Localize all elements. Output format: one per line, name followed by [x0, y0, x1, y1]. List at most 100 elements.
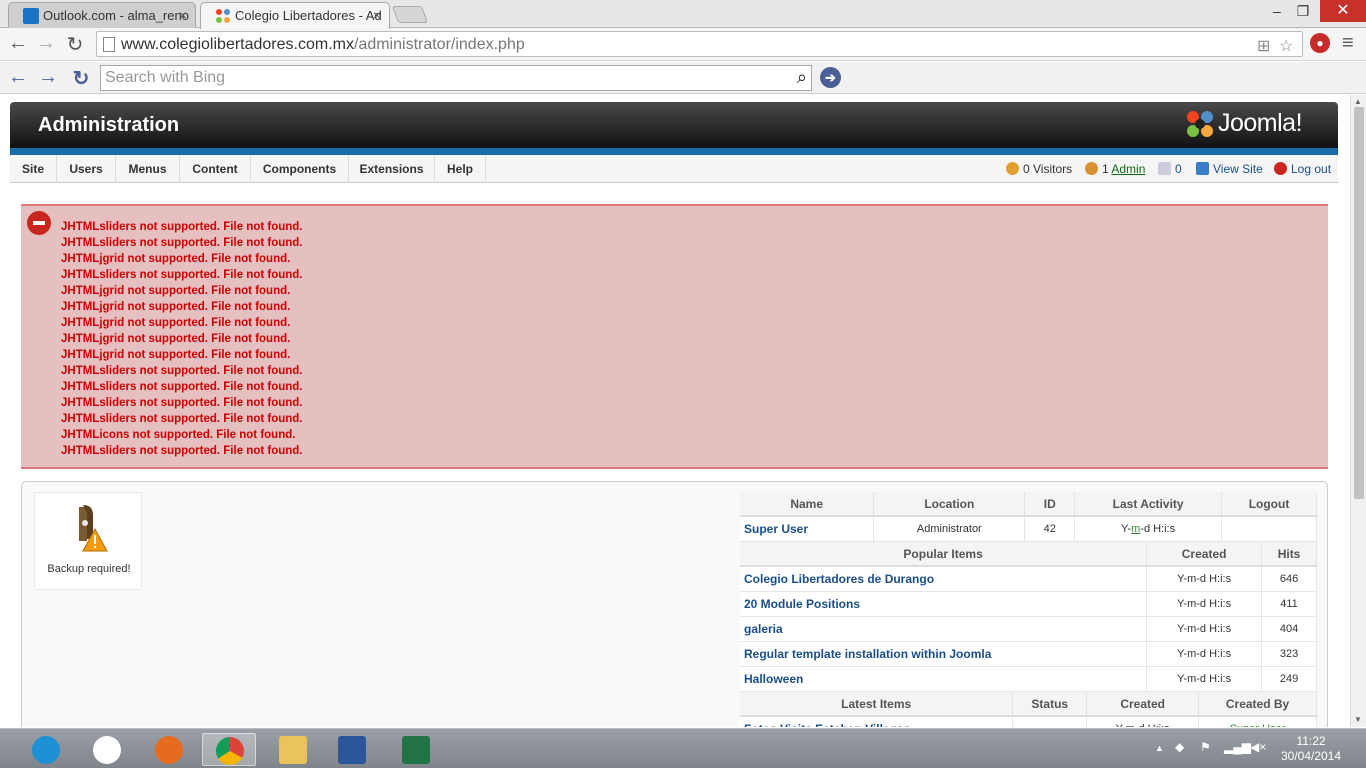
close-icon[interactable]: × — [373, 7, 381, 23]
system-clock[interactable]: 11:22 30/04/2014 — [1276, 734, 1346, 764]
admins-status: 1 Admin — [1085, 162, 1145, 176]
user-logout[interactable] — [1221, 516, 1317, 542]
error-list: JHTMLsliders not supported. File not fou… — [61, 219, 303, 459]
column-header: Created — [1146, 542, 1263, 567]
new-tab-button[interactable] — [391, 6, 429, 23]
bing-back-icon[interactable]: ← — [7, 66, 29, 89]
taskbar-file-explorer[interactable] — [266, 733, 320, 766]
messages-status[interactable]: 0 — [1158, 162, 1182, 176]
word-icon — [338, 736, 366, 764]
bing-search-input[interactable] — [105, 68, 785, 88]
column-header: Latest Items — [740, 692, 1014, 717]
logged-in-users-table: Name Location ID Last Activity Logout Su… — [740, 492, 1317, 542]
error-item: JHTMLsliders not supported. File not fou… — [61, 397, 303, 409]
bing-toolbar: ← → ↻ ⌕ ➔ — [0, 62, 1366, 94]
popular-item-link[interactable]: Regular template installation within Joo… — [740, 641, 1148, 667]
window-close-button[interactable]: ✕ — [1320, 0, 1366, 22]
popular-item-created: Y-m-d H:i:s — [1146, 641, 1263, 667]
menu-users[interactable]: Users — [57, 155, 116, 183]
tab-colegio[interactable]: Colegio Libertadores - Ad × — [200, 2, 390, 29]
menu-site[interactable]: Site — [10, 155, 57, 183]
user-name-link[interactable]: Super User — [740, 516, 875, 542]
taskbar-internet-explorer[interactable] — [19, 733, 73, 766]
url-text[interactable]: www.colegiolibertadores.com.mx/administr… — [121, 36, 525, 54]
quickicon-label: Backup required! — [47, 563, 131, 575]
scroll-down-icon[interactable]: ▼ — [1354, 715, 1362, 724]
view-site-status[interactable]: View Site — [1196, 162, 1263, 176]
popular-item-hits: 411 — [1261, 591, 1317, 617]
error-item: JHTMLjgrid not supported. File not found… — [61, 349, 291, 361]
menu-help[interactable]: Help — [435, 155, 486, 183]
joomla-logo-icon — [1187, 111, 1213, 137]
view-site-link[interactable]: View Site — [1213, 162, 1263, 176]
bing-search-box: ⌕ — [100, 65, 812, 91]
popular-item-link[interactable]: Halloween — [740, 666, 1148, 692]
popular-item-link[interactable]: galeria — [740, 616, 1148, 642]
error-item: JHTMLsliders not supported. File not fou… — [61, 365, 303, 377]
page-title: Administration — [38, 114, 180, 136]
chrome-menu-icon[interactable]: ≡ — [1342, 32, 1354, 55]
taskbar-excel[interactable] — [389, 733, 443, 766]
logout-alert-icon — [1274, 162, 1287, 175]
page-viewport: Administration Joomla! Site Users Menus … — [0, 95, 1350, 727]
bing-refresh-icon[interactable]: ↻ — [70, 66, 92, 91]
bing-forward-icon[interactable]: → — [37, 66, 59, 89]
menu-content[interactable]: Content — [180, 155, 251, 183]
taskbar-chrome[interactable] — [202, 733, 256, 766]
menu-menus[interactable]: Menus — [116, 155, 180, 183]
outlook-icon — [23, 8, 39, 24]
admin-link[interactable]: Admin — [1111, 162, 1145, 176]
logout-status[interactable]: Log out — [1274, 162, 1331, 176]
monitor-icon — [1196, 162, 1209, 175]
error-item: JHTMLsliders not supported. File not fou… — [61, 221, 303, 233]
backup-quickicon[interactable]: Backup required! — [34, 492, 142, 590]
omnibox[interactable]: www.colegiolibertadores.com.mx/administr… — [96, 31, 1303, 57]
table-header-row: Name Location ID Last Activity Logout — [740, 492, 1317, 517]
popular-item-link[interactable]: 20 Module Positions — [740, 591, 1148, 617]
excel-icon — [402, 736, 430, 764]
joomla-icon — [215, 8, 231, 24]
volume-muted-icon[interactable]: ◀× — [1250, 740, 1266, 754]
dropbox-icon[interactable]: ◆ — [1175, 740, 1184, 754]
admin-users-icon — [1085, 162, 1098, 175]
tab-outlook[interactable]: Outlook.com - alma_reno × — [8, 2, 196, 28]
page-icon — [103, 37, 115, 52]
back-icon[interactable]: ← — [6, 32, 30, 55]
column-header: Status — [1012, 692, 1088, 717]
translate-icon[interactable]: ⊞ — [1257, 36, 1270, 56]
amazon-icon — [93, 736, 121, 764]
latest-item-status[interactable] — [1012, 716, 1088, 727]
vertical-scrollbar[interactable]: ▲ ▼ — [1350, 95, 1366, 727]
latest-item-author[interactable]: Super User — [1198, 716, 1317, 727]
search-icon[interactable]: ⌕ — [797, 67, 807, 88]
taskbar-amazon[interactable] — [80, 733, 134, 766]
popular-item-hits: 323 — [1261, 641, 1317, 667]
taskbar-word[interactable] — [325, 733, 379, 766]
column-header: Created By — [1198, 692, 1317, 717]
extension-icon[interactable]: ● — [1310, 33, 1330, 53]
tab-strip: Outlook.com - alma_reno × Colegio Libert… — [0, 0, 1366, 29]
maximize-button[interactable]: ❐ — [1288, 3, 1318, 20]
reload-icon[interactable]: ↻ — [63, 32, 87, 57]
scroll-up-icon[interactable]: ▲ — [1354, 97, 1362, 106]
column-header: Hits — [1261, 542, 1317, 567]
popular-item-link[interactable]: Colegio Libertadores de Durango — [740, 566, 1148, 592]
menu-components[interactable]: Components — [251, 155, 349, 183]
scrollbar-thumb[interactable] — [1354, 107, 1364, 499]
logout-link[interactable]: Log out — [1291, 162, 1331, 176]
menu-extensions[interactable]: Extensions — [349, 155, 435, 183]
taskbar-firefox[interactable] — [142, 733, 196, 766]
tray-expand-icon[interactable]: ▲ — [1155, 743, 1164, 753]
bing-go-button[interactable]: ➔ — [820, 67, 841, 88]
error-item: JHTMLsliders not supported. File not fou… — [61, 237, 303, 249]
latest-item-link[interactable]: Fotos Visita Esteban Villegas — [740, 716, 1014, 727]
user-last-activity: Y-m-d H:i:s — [1074, 516, 1223, 542]
admin-menu: Site Users Menus Content Components Exte… — [10, 155, 1338, 183]
address-toolbar: ← → ↻ www.colegiolibertadores.com.mx/adm… — [0, 28, 1366, 61]
network-signal-icon[interactable]: ▂▄▆ — [1224, 740, 1251, 754]
bookmark-star-icon[interactable]: ☆ — [1279, 36, 1293, 56]
forward-icon[interactable]: → — [34, 32, 58, 55]
action-center-flag-icon[interactable]: ⚑ — [1200, 740, 1211, 754]
clock-time: 11:22 — [1296, 734, 1326, 748]
close-icon[interactable]: × — [179, 7, 187, 23]
